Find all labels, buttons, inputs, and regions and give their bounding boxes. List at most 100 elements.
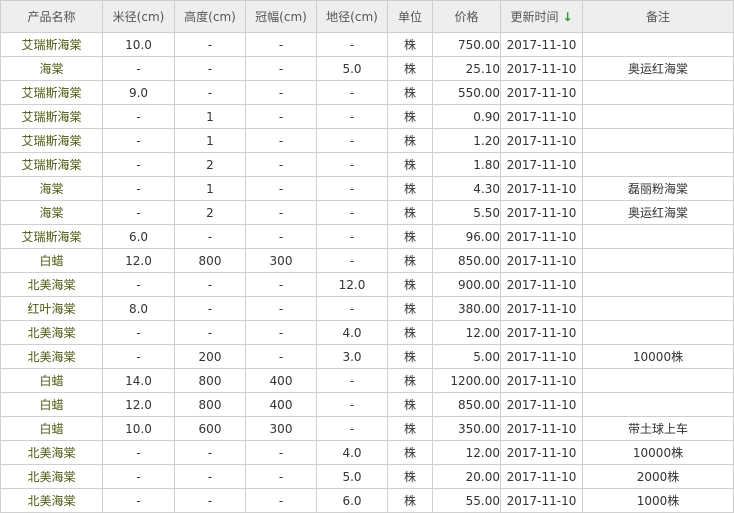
unit-cell: 株 bbox=[387, 248, 433, 273]
table-row: 艾瑞斯海棠 10.0- - - 株 750.00 2017-11-10 bbox=[0, 32, 734, 57]
unit-cell: 株 bbox=[387, 272, 433, 297]
ground-diameter-cell: - bbox=[316, 176, 388, 201]
crown-cell: - bbox=[245, 80, 317, 105]
product-name-cell[interactable]: 北美海棠 bbox=[0, 344, 103, 369]
col-header-updated[interactable]: 更新时间 ↓ bbox=[500, 0, 583, 33]
price-cell: 4.30 bbox=[432, 176, 501, 201]
crown-cell: - bbox=[245, 488, 317, 513]
updated-date-cell: 2017-11-10 bbox=[500, 416, 583, 441]
updated-date-cell: 2017-11-10 bbox=[500, 56, 583, 81]
arrow-down-icon[interactable]: ↓ bbox=[562, 10, 572, 24]
height-cell: - bbox=[174, 440, 246, 465]
updated-date-cell: 2017-11-10 bbox=[500, 296, 583, 321]
product-name-cell[interactable]: 艾瑞斯海棠 bbox=[0, 32, 103, 57]
product-name-cell[interactable]: 艾瑞斯海棠 bbox=[0, 104, 103, 129]
table-row: 白蜡 10.0 600 300- 株 350.00 2017-11-10 带土球上车 bbox=[0, 416, 734, 441]
price-cell: 380.00 bbox=[432, 296, 501, 321]
product-name-cell[interactable]: 海棠 bbox=[0, 56, 103, 81]
product-name-cell[interactable]: 北美海棠 bbox=[0, 320, 103, 345]
product-name-cell[interactable]: 白蜡 bbox=[0, 392, 103, 417]
col-header-price[interactable]: 价格 bbox=[432, 0, 501, 33]
product-name-cell[interactable]: 红叶海棠 bbox=[0, 296, 103, 321]
product-name-cell[interactable]: 艾瑞斯海棠 bbox=[0, 224, 103, 249]
note-cell bbox=[582, 272, 734, 297]
updated-date-cell: 2017-11-10 bbox=[500, 368, 583, 393]
updated-date-cell: 2017-11-10 bbox=[500, 272, 583, 297]
note-cell bbox=[582, 320, 734, 345]
unit-cell: 株 bbox=[387, 464, 433, 489]
crown-cell: - bbox=[245, 224, 317, 249]
product-name-cell[interactable]: 白蜡 bbox=[0, 248, 103, 273]
note-cell bbox=[582, 368, 734, 393]
crown-cell: - bbox=[245, 200, 317, 225]
table-row: 北美海棠 - - -5.0 株 20.00 2017-11-10 2000株 bbox=[0, 464, 734, 489]
updated-date-cell: 2017-11-10 bbox=[500, 176, 583, 201]
note-cell bbox=[582, 128, 734, 153]
table-row: 海棠 - - -5.0 株 25.10 2017-11-10 奥运红海棠 bbox=[0, 56, 734, 81]
unit-cell: 株 bbox=[387, 488, 433, 513]
table-body: 艾瑞斯海棠 10.0- - - 株 750.00 2017-11-10 海棠 - - -5.0 株 25… bbox=[0, 32, 734, 513]
product-name-cell[interactable]: 北美海棠 bbox=[0, 440, 103, 465]
table-row: 艾瑞斯海棠 -1- - 株 1.20 2017-11-10 bbox=[0, 128, 734, 153]
note-cell bbox=[582, 224, 734, 249]
height-cell: 600 bbox=[174, 416, 246, 441]
product-name-cell[interactable]: 艾瑞斯海棠 bbox=[0, 128, 103, 153]
updated-date-cell: 2017-11-10 bbox=[500, 440, 583, 465]
product-name-cell[interactable]: 北美海棠 bbox=[0, 272, 103, 297]
ground-diameter-cell: 3.0 bbox=[316, 344, 388, 369]
price-cell: 850.00 bbox=[432, 392, 501, 417]
product-name-cell[interactable]: 白蜡 bbox=[0, 368, 103, 393]
table-row: 白蜡 14.0 800 400- 株 1200.00 2017-11-10 bbox=[0, 368, 734, 393]
height-cell: 200 bbox=[174, 344, 246, 369]
product-name-cell[interactable]: 北美海棠 bbox=[0, 464, 103, 489]
product-name-cell[interactable]: 海棠 bbox=[0, 200, 103, 225]
table-row: 艾瑞斯海棠 -1- - 株 0.90 2017-11-10 bbox=[0, 104, 734, 129]
diameter-cell: - bbox=[102, 440, 175, 465]
diameter-cell: - bbox=[102, 344, 175, 369]
crown-cell: - bbox=[245, 56, 317, 81]
product-name-cell[interactable]: 北美海棠 bbox=[0, 488, 103, 513]
note-cell bbox=[582, 104, 734, 129]
table-header-row: 产品名称 米径(cm) 高度(cm) 冠幅(cm) 地径(cm) 单位 价格 更… bbox=[0, 0, 734, 33]
table-row: 北美海棠 -200-3.0 株 5.00 2017-11-10 10000株 bbox=[0, 344, 734, 369]
diameter-cell: - bbox=[102, 152, 175, 177]
crown-cell: 300 bbox=[245, 416, 317, 441]
col-header-ground-diameter[interactable]: 地径(cm) bbox=[316, 0, 388, 33]
price-cell: 0.90 bbox=[432, 104, 501, 129]
note-cell bbox=[582, 152, 734, 177]
product-name-cell[interactable]: 海棠 bbox=[0, 176, 103, 201]
diameter-cell: - bbox=[102, 488, 175, 513]
col-header-height[interactable]: 高度(cm) bbox=[174, 0, 246, 33]
updated-date-cell: 2017-11-10 bbox=[500, 152, 583, 177]
updated-date-cell: 2017-11-10 bbox=[500, 392, 583, 417]
diameter-cell: 12.0 bbox=[102, 392, 175, 417]
unit-cell: 株 bbox=[387, 344, 433, 369]
ground-diameter-cell: - bbox=[316, 200, 388, 225]
price-cell: 1.20 bbox=[432, 128, 501, 153]
col-header-crown[interactable]: 冠幅(cm) bbox=[245, 0, 317, 33]
ground-diameter-cell: 4.0 bbox=[316, 440, 388, 465]
note-cell bbox=[582, 80, 734, 105]
product-name-cell[interactable]: 艾瑞斯海棠 bbox=[0, 152, 103, 177]
ground-diameter-cell: - bbox=[316, 368, 388, 393]
col-header-name[interactable]: 产品名称 bbox=[0, 0, 103, 33]
note-cell: 奥运红海棠 bbox=[582, 56, 734, 81]
crown-cell: - bbox=[245, 152, 317, 177]
table-row: 北美海棠 - - -4.0 株 12.00 2017-11-10 10000株 bbox=[0, 440, 734, 465]
ground-diameter-cell: - bbox=[316, 32, 388, 57]
diameter-cell: - bbox=[102, 272, 175, 297]
table-row: 北美海棠 - - -4.0 株 12.00 2017-11-10 bbox=[0, 320, 734, 345]
price-cell: 850.00 bbox=[432, 248, 501, 273]
note-cell: 1000株 bbox=[582, 488, 734, 513]
ground-diameter-cell: 4.0 bbox=[316, 320, 388, 345]
diameter-cell: 8.0 bbox=[102, 296, 175, 321]
updated-date-cell: 2017-11-10 bbox=[500, 80, 583, 105]
ground-diameter-cell: 6.0 bbox=[316, 488, 388, 513]
product-name-cell[interactable]: 艾瑞斯海棠 bbox=[0, 80, 103, 105]
col-header-diameter[interactable]: 米径(cm) bbox=[102, 0, 175, 33]
table-row: 艾瑞斯海棠 -2- - 株 1.80 2017-11-10 bbox=[0, 152, 734, 177]
note-cell bbox=[582, 392, 734, 417]
product-name-cell[interactable]: 白蜡 bbox=[0, 416, 103, 441]
diameter-cell: 14.0 bbox=[102, 368, 175, 393]
table-row: 海棠 -2- - 株 5.50 2017-11-10 奥运红海棠 bbox=[0, 200, 734, 225]
